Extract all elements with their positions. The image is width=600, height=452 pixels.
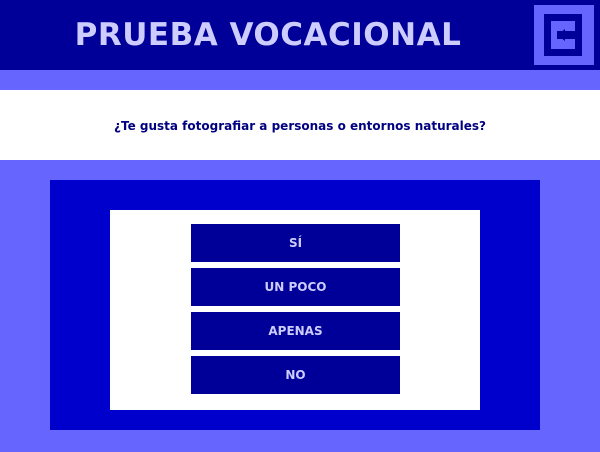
- answer-si-button[interactable]: SÍ: [191, 224, 400, 262]
- answers-frame: SÍ UN POCO APENAS NO: [50, 180, 540, 430]
- answer-no-button[interactable]: NO: [191, 356, 400, 394]
- header-bar: PRUEBA VOCACIONAL: [0, 0, 600, 70]
- back-button[interactable]: [534, 5, 594, 65]
- question-text: ¿Te gusta fotografiar a personas o entor…: [114, 119, 486, 133]
- page-title: PRUEBA VOCACIONAL: [74, 17, 462, 53]
- answer-un-poco-button[interactable]: UN POCO: [191, 268, 400, 306]
- return-arrow-icon: [544, 14, 582, 56]
- question-panel: ¿Te gusta fotografiar a personas o entor…: [0, 90, 600, 160]
- answers-panel: SÍ UN POCO APENAS NO: [110, 210, 480, 410]
- answer-apenas-button[interactable]: APENAS: [191, 312, 400, 350]
